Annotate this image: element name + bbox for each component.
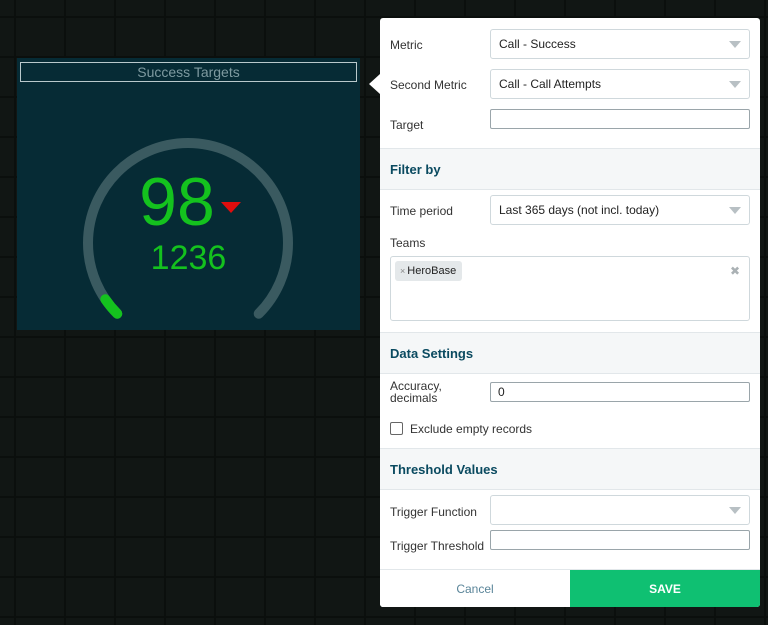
time-period-label: Time period (390, 204, 453, 218)
exclude-empty-checkbox[interactable] (390, 422, 403, 435)
accuracy-input[interactable]: 0 (490, 382, 750, 402)
trend-down-arrow-icon (221, 202, 241, 213)
team-tag-label: HeroBase (407, 265, 457, 277)
data-settings-section-title: Data Settings (390, 346, 474, 361)
second-metric-select-value: Call - Call Attempts (499, 77, 602, 91)
team-tag[interactable]: × HeroBase (395, 261, 463, 281)
trigger-threshold-input[interactable] (490, 530, 750, 550)
remove-tag-icon[interactable]: × (400, 266, 405, 276)
clear-all-icon[interactable]: ✖ (730, 264, 740, 278)
data-settings-section-header: Data Settings (380, 332, 760, 374)
metric-label: Metric (390, 38, 423, 52)
metric-select-value: Call - Success (499, 37, 576, 51)
threshold-section-header: Threshold Values (380, 448, 760, 490)
panel-footer: Cancel SAVE (380, 569, 760, 607)
filter-section-header: Filter by (380, 148, 760, 190)
trigger-threshold-label: Trigger Threshold (390, 539, 485, 553)
gauge-progress-arc (100, 294, 123, 319)
exclude-empty-label: Exclude empty records (410, 422, 533, 436)
second-metric-select[interactable]: Call - Call Attempts (490, 69, 750, 99)
teams-multiselect[interactable]: × HeroBase ✖ (390, 256, 750, 321)
second-metric-label: Second Metric (390, 78, 467, 92)
time-period-select-value: Last 365 days (not incl. today) (499, 203, 660, 217)
filter-section-title: Filter by (390, 162, 441, 177)
chevron-down-icon (729, 507, 741, 514)
cancel-button[interactable]: Cancel (380, 570, 570, 607)
target-input[interactable] (490, 109, 750, 129)
accuracy-label-line2: decimals (390, 391, 438, 405)
chevron-down-icon (729, 41, 741, 48)
time-period-select[interactable]: Last 365 days (not incl. today) (490, 195, 750, 225)
gauge-value: 98 (139, 164, 215, 240)
panel-pointer (369, 74, 380, 94)
trigger-function-select[interactable] (490, 495, 750, 525)
threshold-section-title: Threshold Values (390, 462, 498, 477)
gauge-widget[interactable]: Success Targets 98 1236 (17, 58, 360, 330)
teams-label: Teams (390, 236, 426, 250)
trigger-function-label: Trigger Function (390, 505, 477, 519)
chevron-down-icon (729, 81, 741, 88)
gauge-second-value: 1236 (150, 239, 227, 277)
metric-select[interactable]: Call - Success (490, 29, 750, 59)
settings-panel: Metric Call - Success Second Metric Call… (380, 18, 760, 607)
target-label: Target (390, 118, 424, 132)
save-button[interactable]: SAVE (570, 570, 760, 607)
chevron-down-icon (729, 207, 741, 214)
